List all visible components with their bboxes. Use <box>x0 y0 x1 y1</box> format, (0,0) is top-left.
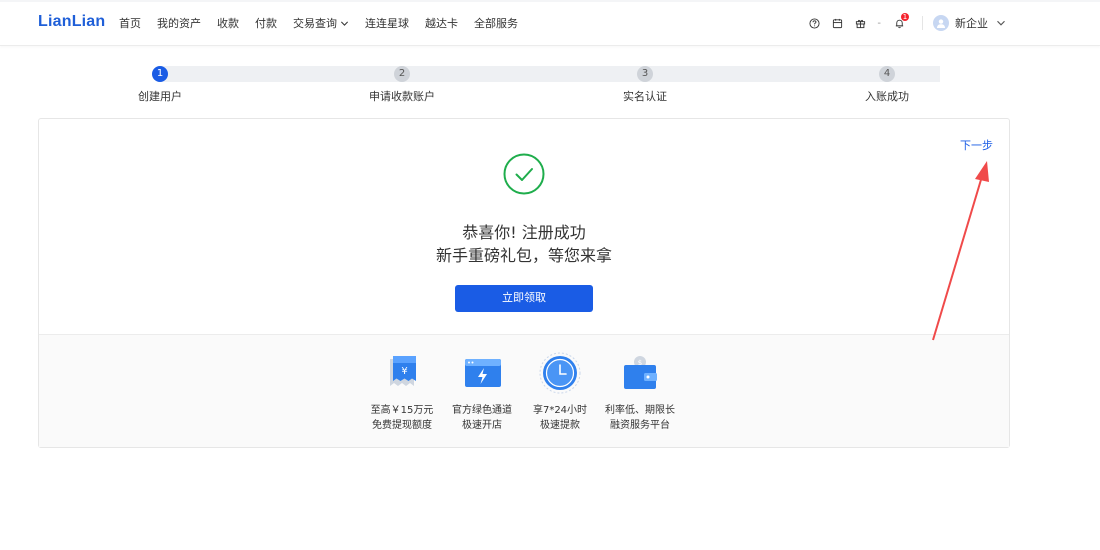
steps-track <box>160 66 940 82</box>
help-button[interactable] <box>803 12 825 34</box>
avatar <box>933 15 949 31</box>
nav-item-card[interactable]: 越达卡 <box>425 15 458 31</box>
nav-label: 越达卡 <box>425 17 458 30</box>
chevron-down-icon <box>340 21 349 26</box>
success-panel: 下一步 恭喜你! 注册成功 新手重磅礼包，等您来拿 立即领取 <box>39 119 1009 334</box>
check-circle-icon <box>503 153 545 195</box>
benefit-line1: 至高￥15万元 <box>370 405 434 416</box>
question-circle-icon <box>809 17 820 29</box>
gift-icon <box>855 19 865 28</box>
gift-button[interactable] <box>849 12 871 34</box>
benefit-line1: 享7*24小时 <box>532 405 588 416</box>
nav-label: 付款 <box>255 17 277 30</box>
notifications-button[interactable]: 1 <box>888 12 910 34</box>
nav-label: 收款 <box>217 17 239 30</box>
step-number: 3 <box>637 66 653 82</box>
yuan-receipt-icon: ¥ <box>380 351 424 395</box>
nav-label: 我的资产 <box>157 17 201 30</box>
nav-item-home[interactable]: 首页 <box>119 15 141 31</box>
registration-steps: 1 创建用户 2 申请收款账户 3 实名认证 4 入账成功 <box>110 62 980 110</box>
user-icon <box>937 19 945 28</box>
lightning-window-icon <box>460 351 504 395</box>
step-label: 创建用户 <box>138 90 182 103</box>
claim-now-button[interactable]: 立即领取 <box>455 285 593 312</box>
benefit-line2: 极速提款 <box>540 420 580 431</box>
step-credited: 4 入账成功 <box>837 66 937 104</box>
step-label: 入账成功 <box>865 90 909 103</box>
nav-item-pay[interactable]: 付款 <box>255 15 277 31</box>
benefit-financing: $ 利率低、期限长 融资服务平台 <box>595 351 685 433</box>
user-menu[interactable]: 新企业 <box>933 15 1006 31</box>
nav-item-receive[interactable]: 收款 <box>217 15 239 31</box>
step-label: 申请收款账户 <box>369 90 435 103</box>
step-label: 实名认证 <box>623 90 667 103</box>
success-card: 下一步 恭喜你! 注册成功 新手重磅礼包，等您来拿 立即领取 ¥ 至高￥15万元… <box>38 118 1010 448</box>
benefit-line2: 极速开店 <box>462 420 502 431</box>
benefit-24h-withdrawal: 享7*24小时 极速提款 <box>515 351 605 433</box>
step-number: 4 <box>879 66 895 82</box>
nav-item-transactions[interactable]: 交易查询 <box>293 15 349 31</box>
top-navigation-bar: LianLian 首页 我的资产 收款 付款 交易查询 连连星球 越达卡 全部服… <box>0 0 1100 46</box>
benefit-green-channel: 官方绿色通道 极速开店 <box>437 351 527 433</box>
user-name: 新企业 <box>955 17 988 30</box>
header-tools: - 1 新企业 <box>802 0 1006 46</box>
nav-item-planet[interactable]: 连连星球 <box>365 15 409 31</box>
nav-label: 交易查询 <box>293 17 337 30</box>
step-number: 1 <box>152 66 168 82</box>
nav-label: 全部服务 <box>474 17 518 30</box>
benefit-line2: 免费提现额度 <box>372 420 432 431</box>
success-subtitle: 新手重磅礼包，等您来拿 <box>435 246 612 265</box>
step-apply-account: 2 申请收款账户 <box>352 66 452 104</box>
benefit-withdraw-quota: ¥ 至高￥15万元 免费提现额度 <box>357 351 447 433</box>
step-number: 2 <box>394 66 410 82</box>
calendar-button[interactable] <box>826 12 848 34</box>
step-verification: 3 实名认证 <box>595 66 695 104</box>
main-nav: 首页 我的资产 收款 付款 交易查询 连连星球 越达卡 全部服务 <box>119 0 534 46</box>
success-title: 恭喜你! 注册成功 <box>462 223 586 242</box>
chevron-down-icon <box>997 20 1005 26</box>
toolbar-separator: - <box>877 17 881 29</box>
benefit-line1: 利率低、期限长 <box>605 405 675 416</box>
wallet-icon: $ <box>618 351 662 395</box>
nav-item-all-services[interactable]: 全部服务 <box>474 15 518 31</box>
benefits-panel: ¥ 至高￥15万元 免费提现额度 官方绿色通道 极速开店 享7*24小时 极速提… <box>39 334 1009 447</box>
step-create-user: 1 创建用户 <box>110 66 210 104</box>
calendar-icon <box>832 18 842 28</box>
svg-text:¥: ¥ <box>401 366 407 377</box>
benefit-line1: 官方绿色通道 <box>452 405 512 416</box>
lianlian-logo[interactable]: LianLian <box>38 13 105 31</box>
nav-item-assets[interactable]: 我的资产 <box>157 15 201 31</box>
header-divider <box>922 16 923 30</box>
next-step-link[interactable]: 下一步 <box>960 137 993 153</box>
benefit-line2: 融资服务平台 <box>610 420 670 431</box>
nav-label: 连连星球 <box>365 17 409 30</box>
notification-badge: 1 <box>901 13 909 21</box>
nav-label: 首页 <box>119 17 141 30</box>
clock-icon <box>538 351 582 395</box>
